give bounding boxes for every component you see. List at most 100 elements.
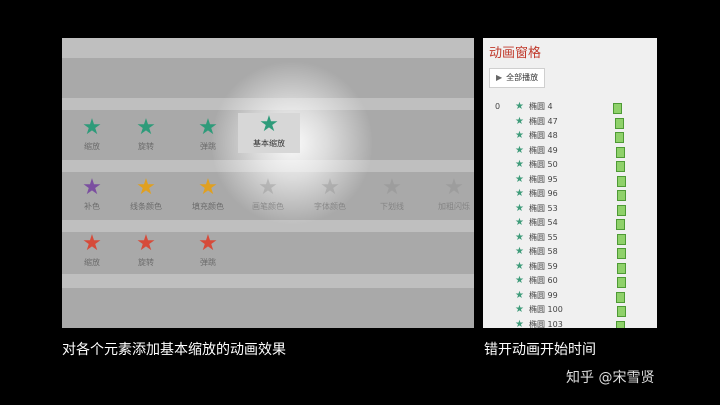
timing-bar[interactable] — [613, 103, 622, 114]
animation-item[interactable]: ★ 椭圆 96 — [493, 187, 651, 202]
star-icon: ★ — [136, 115, 156, 140]
item-name: 椭圆 99 — [529, 290, 558, 300]
item-name: 椭圆 55 — [529, 232, 558, 242]
effect-item[interactable]: ★ 加粗闪烁 — [424, 176, 474, 212]
play-all-button[interactable]: ▶ 全部播放 — [489, 68, 546, 88]
animation-item[interactable]: ★ 椭圆 100 — [493, 303, 651, 318]
item-name: 椭圆 54 — [529, 218, 558, 227]
emphasis-star-icon: ★ — [515, 318, 524, 329]
emphasis-star-icon: ★ — [515, 115, 524, 127]
item-name: 椭圆 47 — [529, 116, 558, 126]
timing-bar[interactable] — [615, 219, 625, 230]
animation-item[interactable]: ★ 椭圆 60 — [493, 274, 651, 289]
item-name: 椭圆 48 — [529, 131, 558, 140]
effect-label: 补色 — [84, 202, 100, 211]
animation-item[interactable]: ★ 椭圆 103 — [493, 318, 651, 329]
animation-gallery: ★ 缩放 ★ 旋转 ★ 弹跳 ★ 补色 ★ 线条颜色 ★ 填充颜色 ★ 画笔颜色 ★ 字体颜色 ★ 下划线 ★ 加粗… — [62, 38, 474, 328]
effect-item[interactable]: ★ 弹跳 — [178, 232, 238, 268]
play-all-label: 全部播放 — [506, 73, 539, 82]
effect-item[interactable]: ★ 旋转 — [116, 232, 176, 268]
star-icon: ★ — [198, 231, 218, 256]
emphasis-star-icon: ★ — [515, 246, 524, 257]
item-name: 椭圆 103 — [529, 319, 563, 329]
animation-item[interactable]: ★ 椭圆 49 — [493, 144, 651, 159]
timing-bar[interactable] — [615, 132, 624, 143]
emphasis-star-icon: ★ — [515, 130, 524, 141]
animation-item[interactable]: 0 ★ 椭圆 4 — [493, 100, 651, 115]
timing-bar[interactable] — [616, 204, 626, 216]
timing-bar[interactable] — [615, 161, 625, 172]
effect-label: 缩放 — [84, 142, 100, 151]
gallery-header-band — [62, 38, 474, 58]
timing-bar[interactable] — [616, 233, 626, 245]
animation-pane: 动画窗格 ▶ 全部播放 0 ★ 椭圆 4 ★ 椭圆 47 ★ 椭圆 48 ★ 椭圆 49 ★ 椭圆 5… — [483, 38, 657, 328]
effect-label: 画笔颜色 — [252, 202, 284, 211]
timing-bar[interactable] — [615, 117, 624, 129]
star-icon: ★ — [198, 115, 218, 140]
item-name: 椭圆 50 — [529, 160, 558, 169]
timing-bar[interactable] — [615, 320, 625, 328]
timing-bar[interactable] — [617, 190, 627, 201]
emphasis-star-icon: ★ — [515, 289, 524, 301]
timing-bar[interactable] — [617, 248, 627, 259]
animation-item[interactable]: ★ 椭圆 59 — [493, 260, 651, 275]
caption-right: 错开动画开始时间 — [484, 342, 596, 358]
effect-label: 填充颜色 — [192, 202, 224, 211]
effect-item[interactable]: ★ 缩放 — [62, 116, 122, 152]
timing-bar[interactable] — [616, 262, 626, 274]
effect-item[interactable]: ★ 填充颜色 — [178, 176, 238, 212]
emphasis-row-3: ★ 缩放 ★ 旋转 ★ 弹跳 — [62, 232, 474, 288]
emphasis-star-icon: ★ — [515, 304, 524, 315]
animation-item[interactable]: ★ 椭圆 55 — [493, 231, 651, 246]
effect-item[interactable]: ★ 线条颜色 — [116, 176, 176, 212]
effect-label: 加粗闪烁 — [438, 202, 470, 211]
timing-bar[interactable] — [616, 306, 626, 317]
effect-item[interactable]: ★ 缩放 — [62, 232, 122, 268]
animation-item[interactable]: ★ 椭圆 95 — [493, 173, 651, 188]
caption-left: 对各个元素添加基本缩放的动画效果 — [62, 342, 286, 358]
timing-bar[interactable] — [615, 146, 625, 158]
emphasis-star-icon: ★ — [515, 159, 524, 170]
timing-bar[interactable] — [616, 175, 626, 187]
animation-item[interactable]: ★ 椭圆 54 — [493, 216, 651, 231]
emphasis-star-icon: ★ — [515, 188, 524, 199]
animation-item[interactable]: ★ 椭圆 48 — [493, 129, 651, 144]
effect-label: 旋转 — [138, 142, 154, 151]
emphasis-star-icon: ★ — [515, 231, 524, 243]
item-name: 椭圆 59 — [529, 261, 558, 271]
animation-item[interactable]: ★ 椭圆 50 — [493, 158, 651, 173]
effect-basic-zoom[interactable]: ★ 基本缩放 — [238, 113, 300, 153]
star-icon: ★ — [259, 112, 279, 137]
emphasis-star-icon: ★ — [515, 202, 524, 214]
trigger-number: 0 — [495, 102, 501, 111]
animation-item[interactable]: ★ 椭圆 47 — [493, 115, 651, 130]
timing-bar[interactable] — [615, 291, 625, 303]
item-name: 椭圆 100 — [529, 305, 563, 314]
star-icon: ★ — [444, 175, 464, 200]
item-name: 椭圆 95 — [529, 174, 558, 184]
emphasis-row-2: ★ 补色 ★ 线条颜色 ★ 填充颜色 ★ 画笔颜色 ★ 字体颜色 ★ 下划线 ★ 加粗闪烁 — [62, 176, 474, 232]
timing-bar[interactable] — [617, 277, 627, 288]
effect-item[interactable]: ★ 旋转 — [116, 116, 176, 152]
item-name: 椭圆 60 — [529, 276, 558, 285]
animation-item[interactable]: ★ 椭圆 58 — [493, 245, 651, 260]
effect-item[interactable]: ★ 字体颜色 — [300, 176, 360, 212]
emphasis-star-icon: ★ — [515, 144, 524, 156]
item-name: 椭圆 58 — [529, 247, 558, 256]
animation-item[interactable]: ★ 椭圆 53 — [493, 202, 651, 217]
star-icon: ★ — [136, 231, 156, 256]
effect-item[interactable]: ★ 下划线 — [362, 176, 422, 212]
effect-item[interactable]: ★ 补色 — [62, 176, 122, 212]
star-icon: ★ — [258, 175, 278, 200]
emphasis-star-icon: ★ — [515, 260, 524, 272]
emphasis-star-icon: ★ — [515, 101, 524, 112]
effect-item[interactable]: ★ 弹跳 — [178, 116, 238, 152]
animation-item[interactable]: ★ 椭圆 99 — [493, 289, 651, 304]
effect-label: 旋转 — [138, 258, 154, 267]
item-name: 椭圆 4 — [529, 102, 553, 111]
emphasis-star-icon: ★ — [515, 275, 524, 286]
effect-item[interactable]: ★ 画笔颜色 — [238, 176, 298, 212]
emphasis-star-icon: ★ — [515, 217, 524, 228]
watermark: 知乎 @宋雪贤 — [566, 370, 655, 386]
item-name: 椭圆 53 — [529, 203, 558, 213]
